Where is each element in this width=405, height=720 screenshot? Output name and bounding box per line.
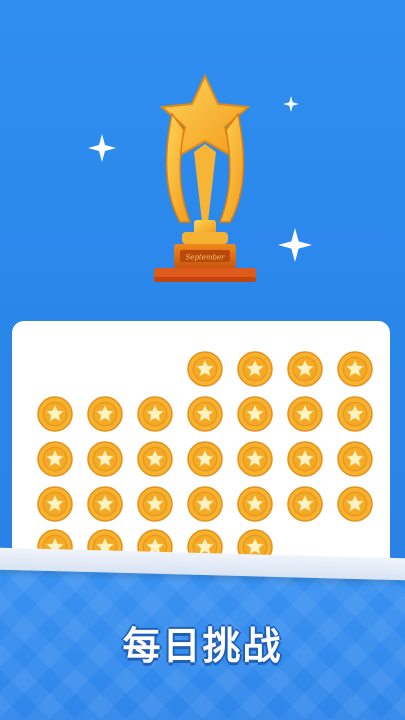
sparkle-icon <box>88 134 116 162</box>
medal-icon <box>87 396 123 432</box>
medal-icon <box>187 351 223 387</box>
sparkle-icon <box>283 96 299 112</box>
medal-icon <box>337 486 373 522</box>
medal-icon <box>87 441 123 477</box>
medal-icon <box>137 441 173 477</box>
medal-icon <box>237 441 273 477</box>
medal-icon <box>237 351 273 387</box>
medal-icon <box>287 441 323 477</box>
medal-icon <box>287 396 323 432</box>
medal-icon <box>287 486 323 522</box>
medal-icon <box>187 441 223 477</box>
medal-icon <box>137 396 173 432</box>
medal-icon <box>237 396 273 432</box>
medal-icon <box>87 486 123 522</box>
daily-challenge-title: 每日挑战 <box>122 624 283 668</box>
medal-icon <box>187 486 223 522</box>
medal-icon <box>337 351 373 387</box>
medal-icon <box>337 396 373 432</box>
medal-icon <box>37 486 73 522</box>
sparkle-icon <box>278 228 312 262</box>
trophy-icon: September <box>150 72 260 286</box>
medal-icon <box>187 396 223 432</box>
medal-icon <box>287 351 323 387</box>
trophy-plate-text: September <box>186 254 226 262</box>
medal-icon <box>337 441 373 477</box>
medal-icon <box>237 486 273 522</box>
medal-icon <box>137 486 173 522</box>
medal-icon <box>37 441 73 477</box>
medal-icon <box>37 396 73 432</box>
